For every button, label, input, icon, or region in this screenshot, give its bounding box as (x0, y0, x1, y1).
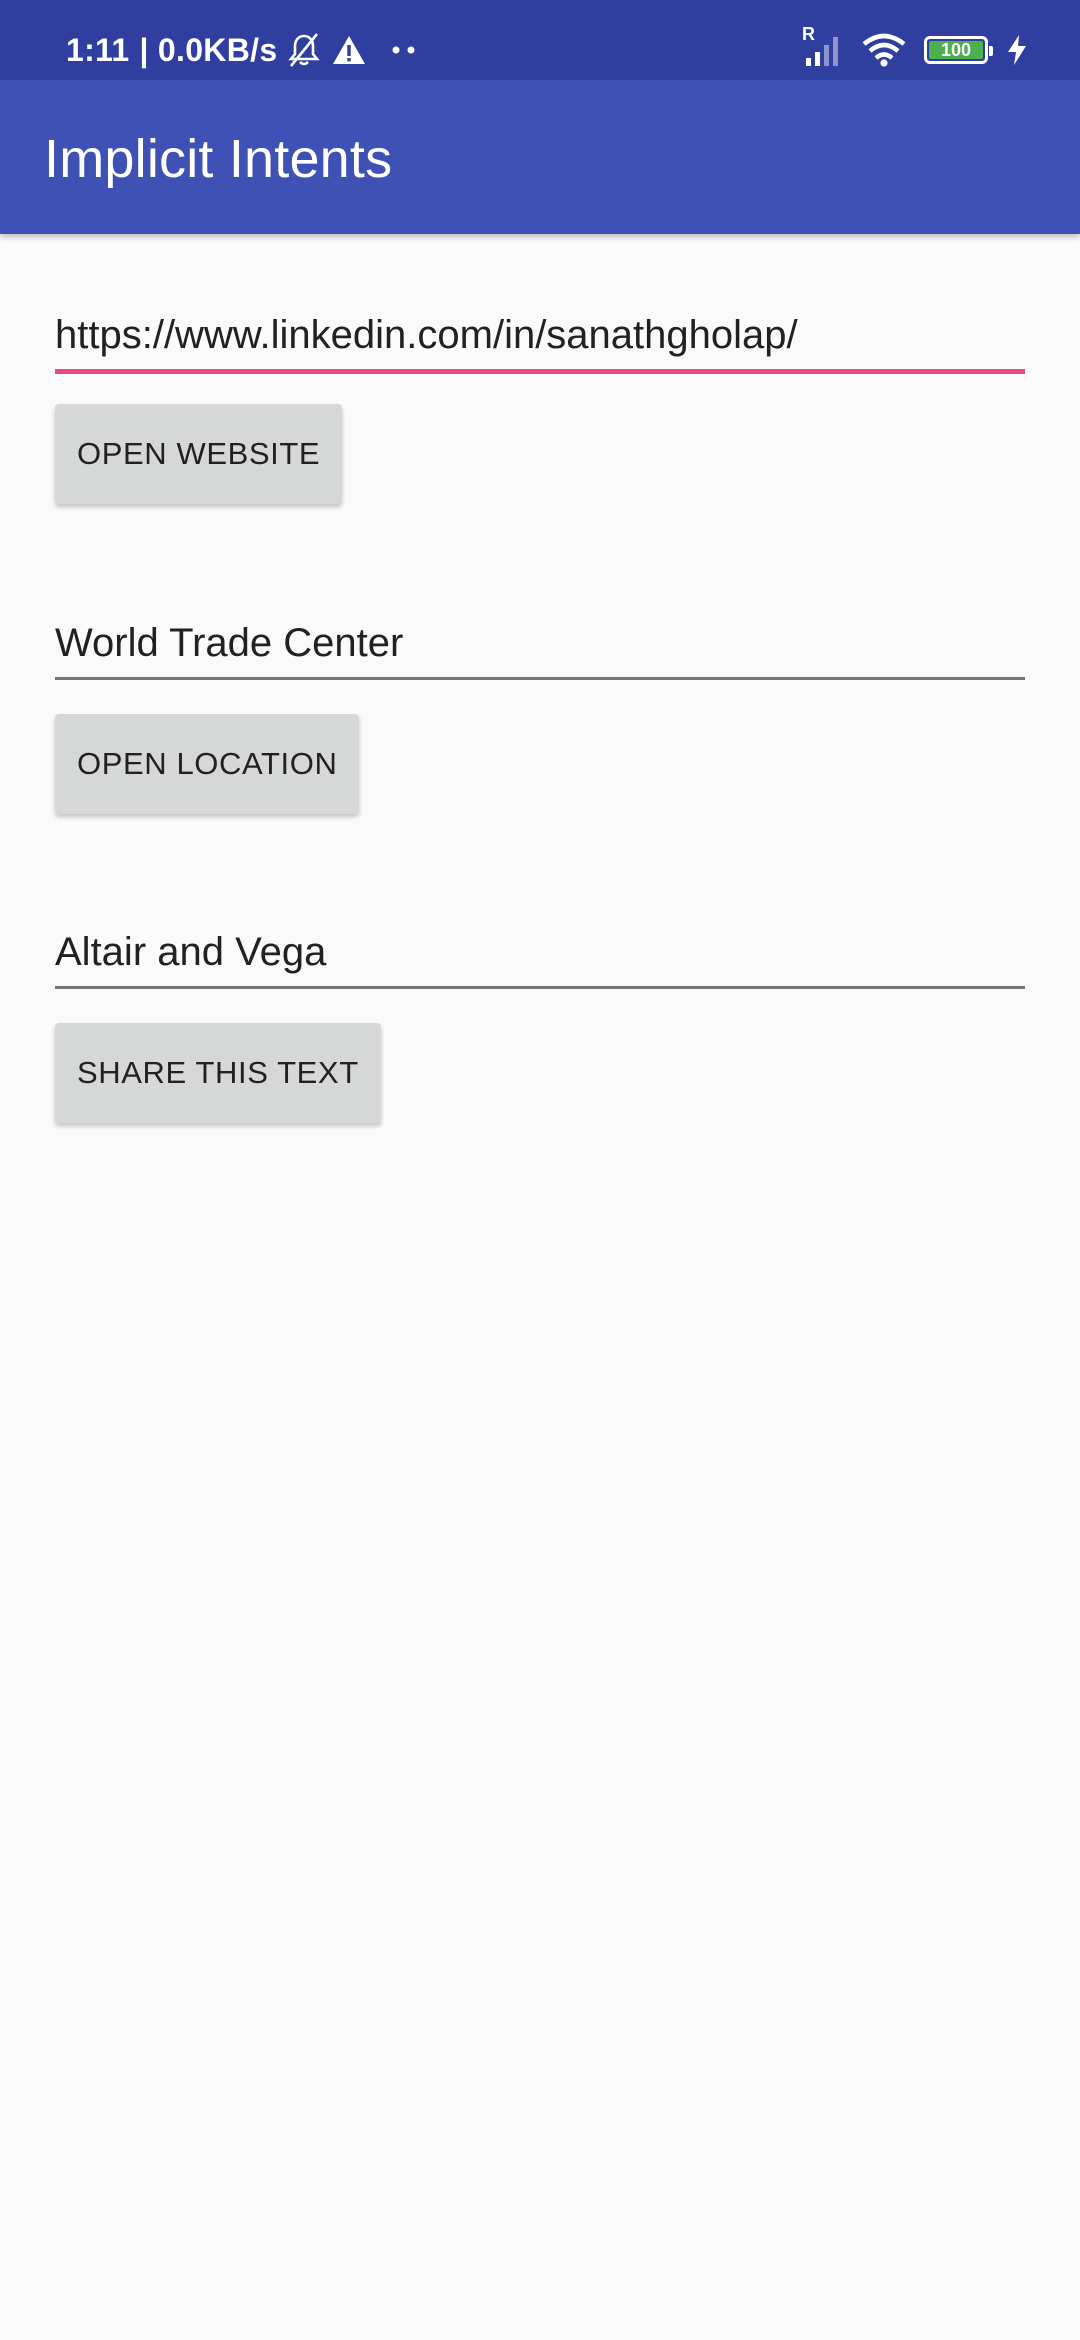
signal-icon: R (802, 24, 844, 68)
share-field (55, 917, 1025, 989)
website-underline (55, 369, 1025, 374)
status-time: 1:11 (66, 31, 130, 68)
location-input[interactable] (55, 608, 1025, 678)
battery-icon: 100 (924, 36, 993, 64)
open-location-button[interactable]: OPEN LOCATION (55, 714, 360, 814)
open-website-button[interactable]: OPEN WEBSITE (55, 404, 343, 504)
status-bar: 1:11 | 0.0KB/s R 100 (0, 0, 1080, 80)
location-underline (55, 677, 1025, 680)
status-right: R 100 (802, 24, 1028, 72)
share-input[interactable] (55, 917, 1025, 987)
battery-level: 100 (940, 40, 972, 60)
more-dots-icon (391, 45, 417, 55)
app-title: Implicit Intents (44, 129, 393, 189)
alert-triangle-icon (331, 34, 367, 66)
website-field (55, 300, 1025, 374)
status-left: 1:11 | 0.0KB/s (66, 28, 417, 72)
signal-label: R (802, 24, 815, 44)
location-field (55, 608, 1025, 680)
share-underline (55, 986, 1025, 989)
charging-icon (1006, 34, 1028, 66)
app-bar: Implicit Intents (0, 80, 1080, 234)
website-input[interactable] (55, 300, 1025, 370)
wifi-icon (862, 33, 906, 67)
network-speed: | 0.0KB/s (139, 31, 278, 68)
mute-bell-icon (287, 32, 321, 68)
share-text-button[interactable]: SHARE THIS TEXT (55, 1023, 381, 1123)
